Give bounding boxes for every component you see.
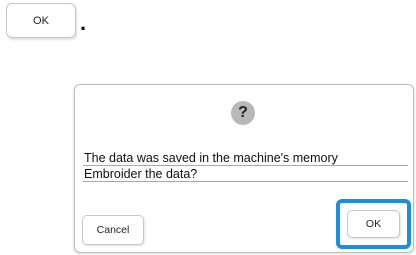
sentence-period: . (80, 10, 87, 35)
question-icon: ? (231, 101, 255, 125)
dialog-message-line-1: The data was saved in the machine's memo… (83, 151, 408, 166)
ok-button[interactable]: OK (347, 210, 400, 238)
ok-button-label: OK (365, 218, 382, 230)
dialog-message-line-2: Embroider the data? (83, 167, 408, 182)
ok-button-reference[interactable]: OK (6, 3, 76, 38)
ok-button-highlight: OK (336, 199, 411, 249)
ok-button-reference-label: OK (33, 14, 49, 27)
cancel-button[interactable]: Cancel (82, 215, 144, 245)
cancel-button-label: Cancel (96, 224, 130, 236)
instruction-figure: OK . ? The data was saved in the machine… (0, 0, 416, 255)
save-confirmation-dialog: ? The data was saved in the machine's me… (74, 84, 414, 253)
